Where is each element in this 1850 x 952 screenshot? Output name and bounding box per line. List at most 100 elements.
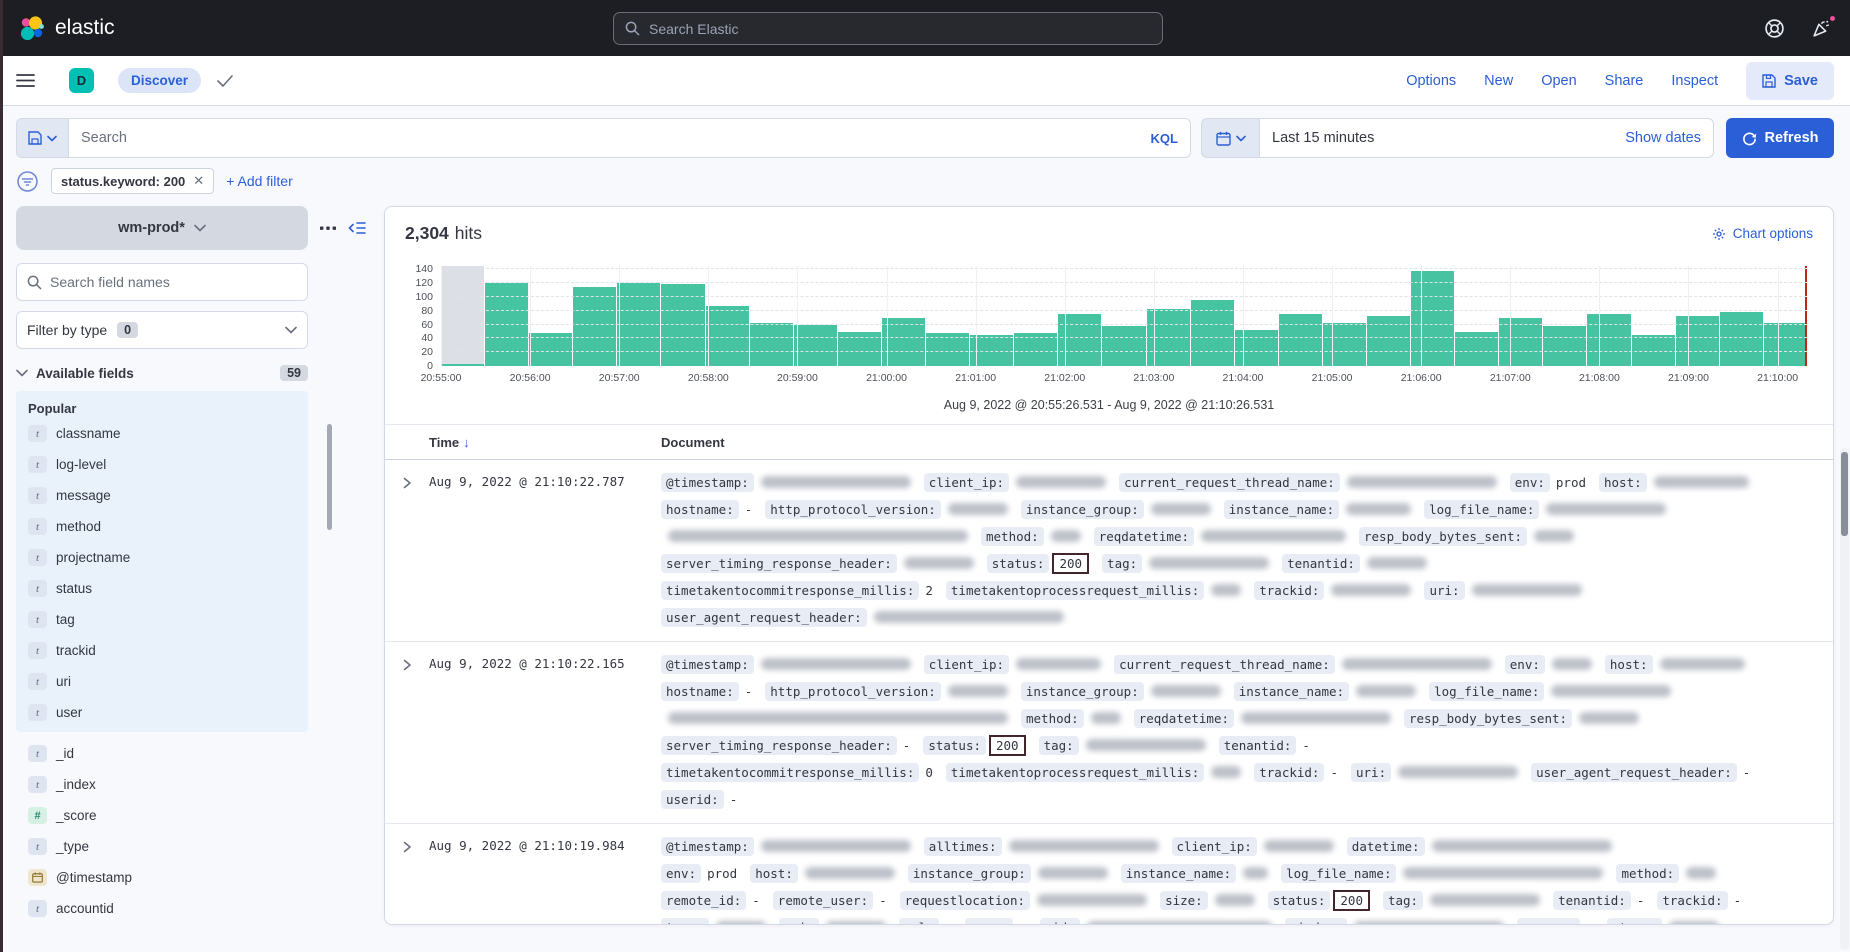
field-item-@timestamp[interactable]: @timestamp [28,862,296,893]
save-button[interactable]: Save [1746,62,1834,100]
available-fields-toggle[interactable]: Available fields 59 [16,365,308,381]
field-item-trackid[interactable]: ttrackid [28,635,296,666]
data-view-selector[interactable]: wm-prod* [16,206,308,250]
query-search-input[interactable]: Search KQL [68,118,1191,158]
x-tick-label: 20:59:00 [777,372,818,384]
doc-field-label: resp_body_bytes_sent: [1359,527,1527,546]
field-name: method [56,519,101,534]
text-field-icon: t [28,745,47,762]
expand-row-button[interactable] [385,469,429,631]
h-gridline [441,310,1807,311]
filter-icon[interactable] [16,170,39,193]
doc-field-servertimingresponseheader: server_timing_response_header:- [661,738,910,753]
doc-field-label: server_timing_response_header: [661,736,897,755]
field-search-input[interactable]: Search field names [16,263,308,301]
v-gridline [1421,266,1422,366]
field-item-projectname[interactable]: tprojectname [28,542,296,573]
redacted-value [761,476,911,488]
check-icon[interactable] [217,75,233,87]
collapse-sidebar-icon[interactable] [348,221,366,235]
global-search-input[interactable]: Search Elastic [613,12,1163,45]
doc-field-label: instance_name: [1234,682,1349,701]
doc-field-value: - [1637,893,1645,908]
v-gridline [530,266,531,366]
doc-field-label: url: [899,918,939,925]
doc-field-logfilename: log_file_name: [1429,684,1671,699]
nav-menu-item-options[interactable]: Options [1406,73,1456,89]
field-item-_score[interactable]: #_score [28,800,296,831]
doc-field-respbodybytessent: resp_body_bytes_sent: [1359,529,1574,544]
field-item-_id[interactable]: t_id [28,738,296,769]
text-field-icon: t [28,776,47,793]
v-gridline [708,266,709,366]
doc-field-label: http_protocol_version: [765,682,941,701]
filter-by-type-button[interactable]: Filter by type 0 [16,311,308,349]
nav-menu-item-open[interactable]: Open [1541,73,1576,89]
sort-desc-icon[interactable]: ↓ [463,435,470,450]
field-item-classname[interactable]: tclassname [28,418,296,449]
x-tick-label: 20:55:00 [421,372,462,384]
text-field-icon: t [28,900,47,917]
table-row: Aug 9, 2022 @ 21:10:19.984@timestamp:all… [385,824,1833,925]
field-item-method[interactable]: tmethod [28,511,296,542]
field-item-message[interactable]: tmessage [28,480,296,511]
doc-field-label: user: [965,918,1013,925]
remove-filter-icon[interactable]: ✕ [193,173,204,189]
date-picker-menu-button[interactable] [1201,118,1259,158]
field-item-accountid[interactable]: taccountid [28,893,296,924]
x-tick-label: 20:58:00 [688,372,729,384]
field-options-icon[interactable] [320,226,336,231]
discover-app-badge[interactable]: D [69,68,94,93]
refresh-button[interactable]: Refresh [1726,118,1834,158]
redacted-value [1149,557,1269,569]
time-range-field[interactable]: Last 15 minutes Show dates [1259,118,1714,158]
doc-table-body: Aug 9, 2022 @ 21:10:22.787@timestamp:cli… [385,460,1833,925]
saved-query-menu-button[interactable] [16,118,68,158]
nav-menu-item-inspect[interactable]: Inspect [1671,73,1718,89]
field-item-_index[interactable]: t _index [28,769,296,800]
help-icon[interactable] [1764,18,1785,39]
doc-field-label: userid: [661,790,724,809]
field-item-tag[interactable]: ttag [28,604,296,635]
time-column-header[interactable]: Time↓ [429,435,661,450]
sidebar-scrollbar[interactable] [327,424,332,530]
newsfeed-icon[interactable] [1811,18,1832,39]
nav-menu-item-new[interactable]: New [1484,73,1513,89]
chart-x-axis: 20:55:0020:56:0020:57:0020:58:0020:59:00… [441,370,1807,390]
expand-row-button[interactable] [385,833,429,925]
field-item-user[interactable]: tuser [28,697,296,728]
field-search-placeholder: Search field names [50,274,170,290]
doc-field-remoteid: remote_id:- [661,893,760,908]
add-filter-link[interactable]: + Add filter [226,173,293,189]
show-dates-link[interactable]: Show dates [1625,130,1701,146]
chart-options-button[interactable]: Chart options [1712,226,1813,241]
row-document: @timestamp:client_ip:current_request_thr… [661,651,1833,813]
doc-field-remoteuser: remote_user:- [773,893,887,908]
nav-menu-item-share[interactable]: Share [1605,73,1644,89]
kql-toggle[interactable]: KQL [1151,131,1178,146]
doc-field-label: instance_group: [908,864,1031,883]
query-placeholder: Search [81,130,127,146]
highlighted-value: 200 [989,735,1026,756]
elastic-brand[interactable]: elastic [18,15,115,42]
chart-plot-area [441,266,1807,366]
doc-field-host: host: [1599,475,1749,490]
field-item-_type[interactable]: t_type [28,831,296,862]
v-gridline [887,266,888,366]
field-item-log-level[interactable]: tlog-level [28,449,296,480]
redacted-value [1051,530,1081,542]
page-scrollbar-thumb[interactable] [1841,452,1848,536]
doc-field-label: instance_name: [1224,500,1339,519]
menu-hamburger-icon[interactable] [16,73,35,88]
redacted-value [761,840,911,852]
page-scrollbar[interactable] [1840,448,1849,950]
redacted-value [1038,867,1108,879]
row-document: @timestamp:alltimes:client_ip:datetime:e… [661,833,1833,925]
field-item-status[interactable]: tstatus [28,573,296,604]
field-name: _index [56,777,96,792]
field-item-uri[interactable]: turi [28,666,296,697]
time-range-value[interactable]: Last 15 minutes [1272,130,1374,146]
filter-pill-status-200[interactable]: status.keyword: 200 ✕ [51,168,214,194]
expand-row-button[interactable] [385,651,429,813]
breadcrumb[interactable]: Discover [118,68,201,93]
